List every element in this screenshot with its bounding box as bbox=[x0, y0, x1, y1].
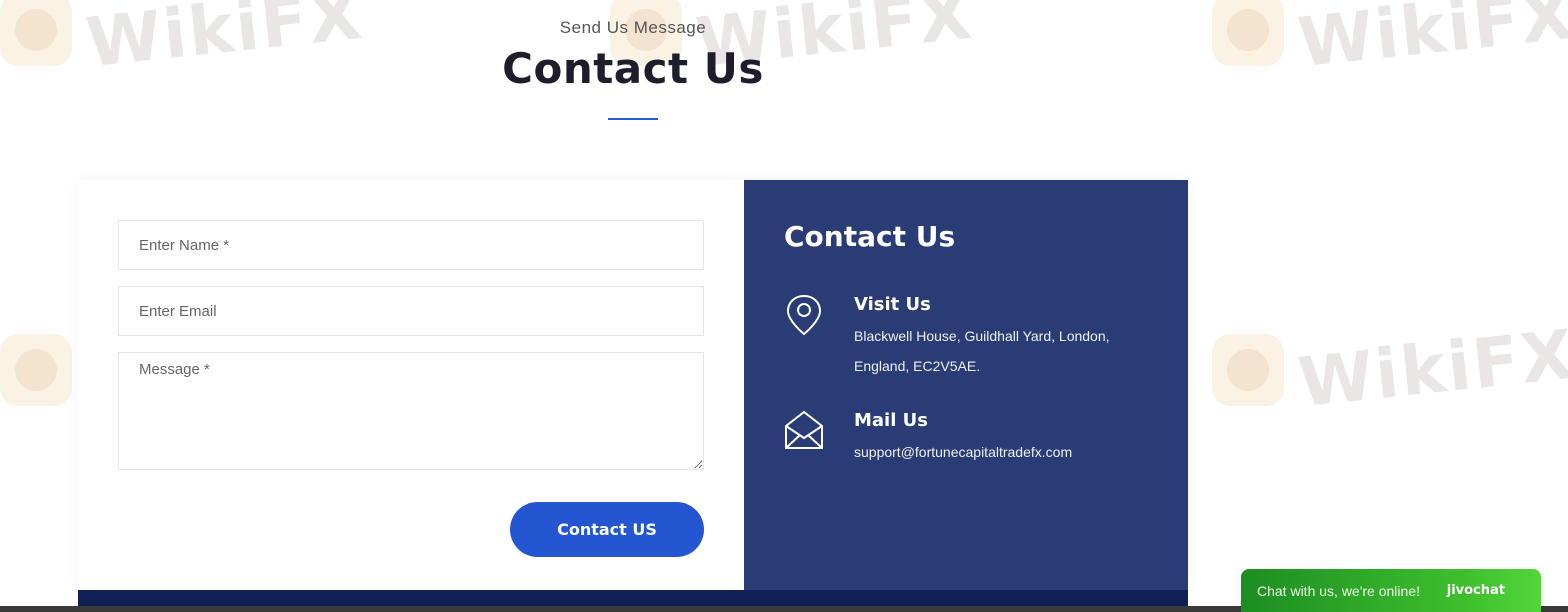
title-divider bbox=[608, 118, 658, 120]
email-input[interactable] bbox=[118, 286, 704, 336]
watermark-text: WikiFX bbox=[1294, 0, 1568, 84]
contact-card: Contact US Contact Us Visit Us Blackwell… bbox=[78, 180, 1188, 590]
mail-us-item: Mail Us support@fortunecapitaltradefx.co… bbox=[784, 410, 1124, 467]
visit-us-address: Blackwell House, Guildhall Yard, London,… bbox=[854, 328, 1110, 374]
watermark-top-right: WikiFX bbox=[1212, 0, 1568, 83]
visit-us-item: Visit Us Blackwell House, Guildhall Yard… bbox=[784, 294, 1124, 381]
location-pin-icon bbox=[786, 294, 822, 336]
message-textarea[interactable] bbox=[118, 352, 704, 470]
contact-submit-button[interactable]: Contact US bbox=[510, 502, 704, 557]
visit-us-heading: Visit Us bbox=[854, 294, 931, 315]
wikifx-logo-icon bbox=[1212, 0, 1284, 66]
envelope-icon bbox=[785, 410, 823, 449]
wikifx-logo-icon bbox=[0, 333, 72, 406]
section-subtitle: Send Us Message bbox=[559, 18, 707, 37]
watermark-text: WikiFX bbox=[82, 0, 368, 84]
chat-status-text: Chat with us, we're online! bbox=[1257, 582, 1420, 599]
chat-widget[interactable]: Chat with us, we're online! jivochat bbox=[1241, 569, 1541, 612]
name-input[interactable] bbox=[118, 220, 704, 270]
watermark-top-left: WikiFX bbox=[0, 0, 367, 83]
contact-info-panel: Contact Us Visit Us Blackwell House, Gui… bbox=[744, 180, 1188, 590]
jivochat-logo: jivochat bbox=[1446, 583, 1505, 598]
watermark-text: WikiFX bbox=[1294, 315, 1568, 424]
wikifx-logo-icon bbox=[1212, 333, 1284, 406]
wikifx-logo-icon bbox=[0, 0, 72, 66]
watermark-mid-right: WikiFX bbox=[1212, 316, 1568, 423]
section-header: Send Us Message Contact Us bbox=[470, 18, 796, 93]
mail-us-heading: Mail Us bbox=[854, 410, 928, 431]
info-title: Contact Us bbox=[784, 220, 956, 253]
contact-form: Contact US bbox=[78, 180, 744, 590]
mail-us-email[interactable]: support@fortunecapitaltradefx.com bbox=[854, 437, 1124, 467]
page-title: Contact Us bbox=[502, 44, 764, 93]
